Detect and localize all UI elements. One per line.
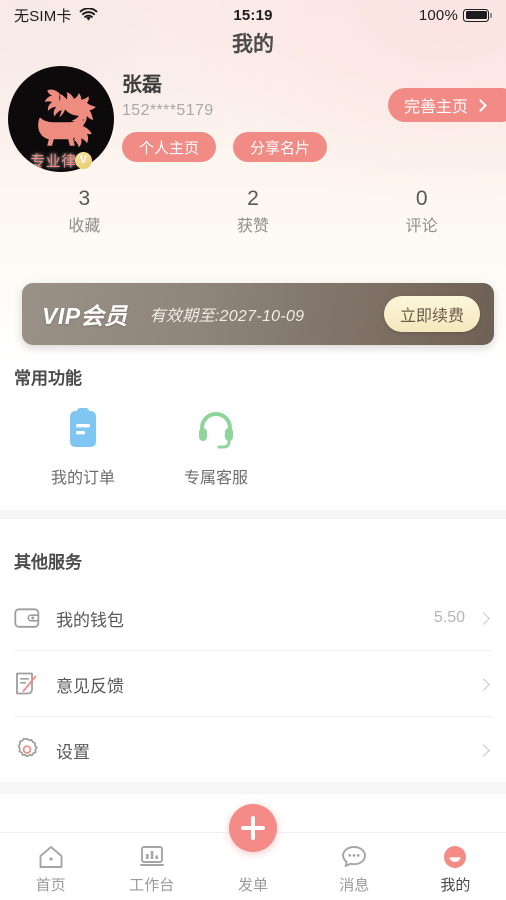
chevron-right-icon [477, 743, 490, 757]
other-services-title: 其他服务 [14, 553, 82, 572]
stat-label: 获赞 [237, 218, 270, 235]
stat-value: 0 [415, 187, 428, 210]
workbench-chart-icon [138, 842, 166, 870]
complete-homepage-label: 完善主页 [404, 99, 469, 116]
chat-bubble-icon [340, 842, 368, 870]
list-item-feedback[interactable]: 意见反馈 [0, 652, 506, 716]
profile-smiley-icon [441, 842, 469, 870]
vip-renew-button[interactable]: 立即续费 [383, 296, 480, 332]
plus-vertical-stroke [250, 816, 256, 840]
battery-percent-label: 100% [418, 6, 458, 24]
tab-label: 工作台 [129, 877, 175, 894]
tab-home[interactable]: 首页 [0, 833, 101, 900]
list-item-label: 我的钱包 [56, 610, 124, 630]
tab-workbench[interactable]: 工作台 [101, 833, 202, 900]
profile-name: 张磊 [122, 74, 162, 96]
stat-value: 2 [247, 187, 259, 210]
section-divider [0, 510, 506, 519]
list-item-wallet[interactable]: 我的钱包 5.50 [0, 586, 506, 650]
status-bar-left: 无SIM卡 [14, 5, 233, 26]
status-bar-right: 100% [273, 7, 492, 24]
create-order-fab[interactable] [229, 804, 277, 852]
profile-stats: 3 收藏 2 获赞 0 评论 [0, 186, 506, 240]
battery-full-icon [463, 8, 492, 22]
vip-banner[interactable]: VIP会员 有效期至:2027-10-09 立即续费 [22, 283, 494, 345]
function-label: 我的订单 [50, 470, 115, 487]
tab-messages[interactable]: 消息 [304, 833, 405, 900]
headset-support-icon [166, 406, 266, 452]
my-profile-screen: 无SIM卡 15:19 100% 我的 专业律 V 张磊 152****5179… [0, 0, 506, 900]
bottom-section-divider [0, 782, 506, 794]
stat-value: 3 [78, 187, 91, 210]
verified-check-icon: V [74, 151, 92, 169]
vip-expiry-label: 有效期至:2027-10-09 [149, 308, 305, 325]
profile-action-row: 个人主页 分享名片 [122, 132, 328, 162]
gear-icon [14, 737, 44, 763]
stat-comments[interactable]: 0 评论 [337, 186, 506, 240]
function-dedicated-support[interactable]: 专属客服 [166, 406, 266, 488]
stat-favorites[interactable]: 3 收藏 [0, 186, 169, 240]
common-functions-grid: 我的订单 专属客服 [0, 406, 506, 488]
stat-likes[interactable]: 2 获赞 [169, 186, 338, 240]
share-card-button[interactable]: 分享名片 [233, 132, 328, 162]
common-functions-title: 常用功能 [14, 369, 82, 388]
status-bar-clock: 15:19 [233, 6, 273, 24]
list-item-label: 意见反馈 [56, 676, 124, 696]
wifi-icon [79, 8, 98, 22]
tab-label: 发单 [238, 877, 269, 894]
carrier-label: 无SIM卡 [14, 7, 72, 25]
avatar[interactable]: 专业律 V [8, 66, 114, 172]
chevron-right-icon [477, 677, 490, 691]
chevron-right-icon [477, 611, 490, 625]
personal-homepage-button[interactable]: 个人主页 [122, 132, 217, 162]
stat-label: 收藏 [68, 218, 101, 235]
verified-badge-label: 专业律 [30, 152, 77, 170]
tab-label: 我的 [440, 877, 471, 894]
complete-homepage-button[interactable]: 完善主页 [388, 88, 506, 122]
verified-badge: 专业律 V [12, 148, 110, 172]
row-divider [14, 716, 492, 717]
feedback-edit-icon [14, 671, 44, 697]
home-icon [37, 842, 65, 870]
tab-label: 首页 [35, 877, 66, 894]
stat-label: 评论 [405, 218, 438, 235]
profile-header: 专业律 V 张磊 152****5179 个人主页 分享名片 完善主页 [0, 66, 506, 172]
list-item-settings[interactable]: 设置 [0, 718, 506, 782]
clipboard-order-icon [33, 406, 133, 452]
chevron-right-icon [474, 98, 487, 112]
list-item-label: 设置 [56, 742, 90, 762]
tab-profile[interactable]: 我的 [405, 833, 506, 900]
page-title: 我的 [232, 33, 274, 56]
function-my-orders[interactable]: 我的订单 [33, 406, 133, 488]
wallet-balance-value: 5.50 [433, 609, 465, 626]
vip-title: VIP会员 [42, 303, 128, 329]
function-label: 专属客服 [183, 470, 248, 487]
tab-label: 消息 [339, 877, 370, 894]
profile-phone: 152****5179 [122, 102, 214, 119]
row-divider [14, 650, 492, 651]
wallet-icon [14, 607, 44, 629]
status-bar: 无SIM卡 15:19 100% [0, 0, 506, 30]
